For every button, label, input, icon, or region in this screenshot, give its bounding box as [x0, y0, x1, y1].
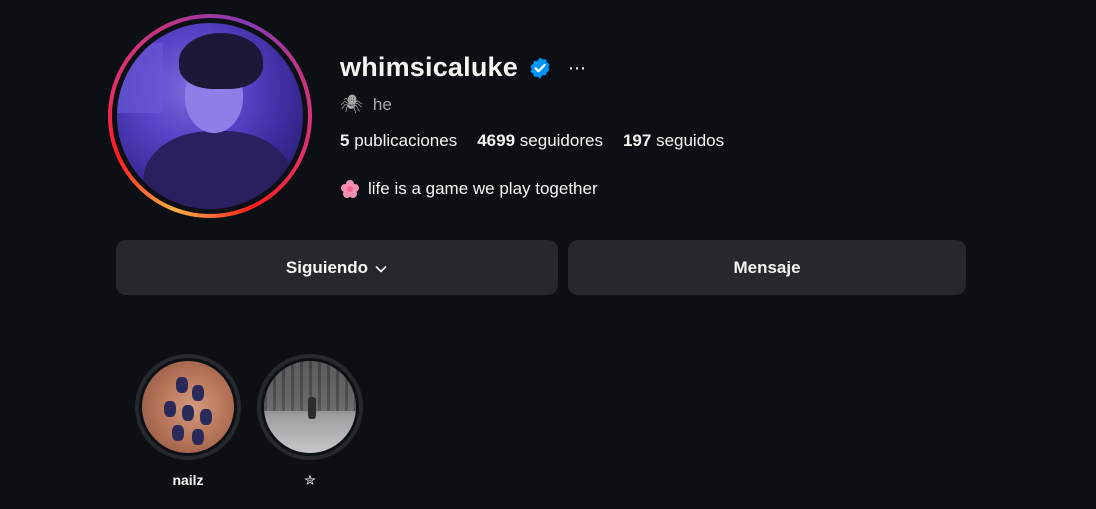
highlight-label: nailz: [172, 472, 204, 488]
more-options-icon[interactable]: ⋯: [568, 59, 586, 77]
nail-shape: [192, 429, 204, 445]
message-button-label: Mensaje: [733, 257, 801, 277]
following-label: seguidos: [656, 131, 725, 150]
bio: life is a game we play together: [340, 179, 598, 199]
followers-count: 4699: [477, 131, 516, 150]
chevron-down-icon: [374, 261, 388, 275]
highlight-label: ✮: [304, 472, 316, 488]
following-stat[interactable]: 197 seguidos: [623, 131, 724, 151]
following-button[interactable]: Siguiendo: [116, 240, 558, 295]
avatar-background: [117, 43, 163, 113]
highlight-item[interactable]: nailz: [134, 354, 242, 488]
nail-shape: [176, 377, 188, 393]
highlight-ring: [257, 354, 363, 460]
posts-stat: 5 publicaciones: [340, 131, 457, 151]
avatar-gap: [112, 18, 308, 214]
followers-stat[interactable]: 4699 seguidores: [477, 131, 603, 151]
nail-shape: [182, 405, 194, 421]
following-button-label: Siguiendo: [285, 257, 369, 277]
highlight-gap: [139, 358, 237, 456]
nail-shape: [192, 385, 204, 401]
nail-shape: [172, 425, 184, 441]
avatar-hair: [179, 33, 263, 89]
spider-icon: 🕷: [340, 94, 363, 114]
posts-label: publicaciones: [354, 131, 458, 150]
profile-avatar-story-ring[interactable]: [108, 14, 312, 218]
verified-badge-icon: [528, 56, 552, 80]
nail-shape: [200, 409, 212, 425]
nail-shape: [164, 401, 176, 417]
profile-stats: 5 publicaciones 4699 seguidores 197 segu…: [340, 131, 724, 151]
username[interactable]: whimsicaluke: [340, 52, 518, 83]
bio-text: life is a game we play together: [368, 179, 598, 198]
avatar-body: [143, 131, 293, 209]
highlight-cover-snow: [264, 361, 356, 453]
followers-label: seguidores: [519, 131, 603, 150]
highlight-item[interactable]: ✮: [256, 354, 364, 489]
profile-page: whimsicaluke ⋯ 🕷 he 5 publicaciones 4699…: [0, 0, 1096, 509]
pronouns-row: 🕷 he: [340, 94, 392, 115]
username-row: whimsicaluke ⋯: [340, 52, 586, 83]
flower-icon: [340, 179, 360, 199]
posts-count: 5: [340, 131, 350, 150]
following-count: 197: [622, 131, 652, 150]
pronouns-text: he: [372, 94, 392, 114]
highlight-cover-nails: [142, 361, 234, 453]
message-button[interactable]: Mensaje: [568, 240, 966, 295]
highlight-ring: [135, 354, 241, 460]
highlight-figure: [308, 397, 316, 419]
highlight-gap: [261, 358, 359, 456]
avatar: [117, 23, 303, 209]
